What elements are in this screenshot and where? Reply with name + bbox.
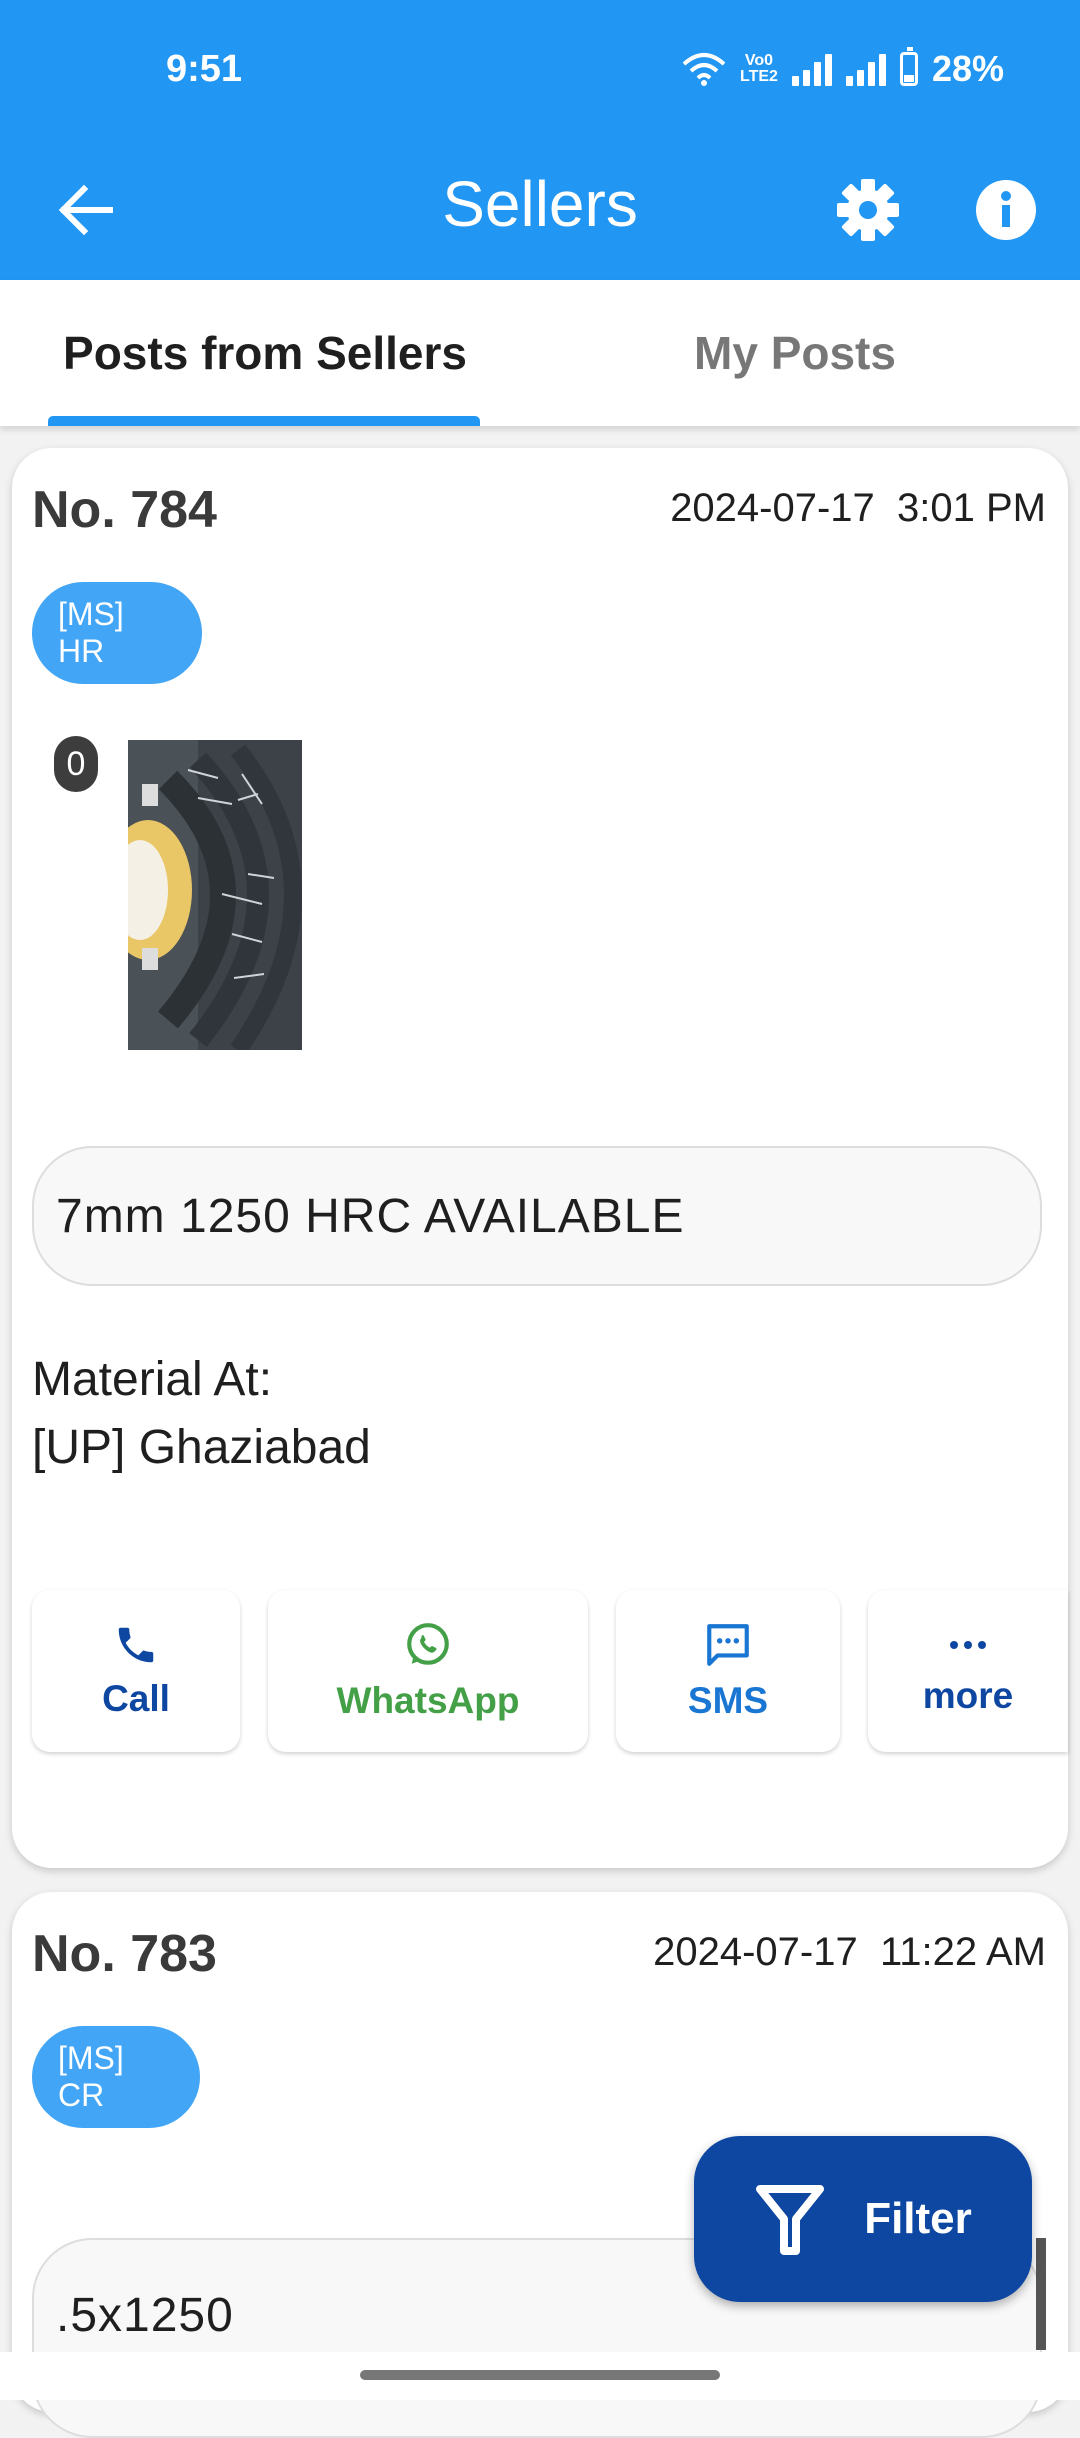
whatsapp-label: WhatsApp bbox=[336, 1680, 520, 1721]
info-button[interactable] bbox=[966, 170, 1046, 250]
call-button[interactable]: Call bbox=[32, 1590, 240, 1752]
home-indicator[interactable] bbox=[360, 2370, 720, 2380]
more-label: more bbox=[922, 1675, 1014, 1716]
sms-button[interactable]: SMS bbox=[616, 1590, 840, 1752]
post-datetime: 2024-07-17 11:22 AM bbox=[653, 1930, 1046, 1974]
signal-icon-2 bbox=[845, 52, 886, 86]
filter-funnel-icon bbox=[756, 2185, 825, 2255]
tab-indicator bbox=[48, 416, 480, 426]
post-description: 7mm 1250 HRC AVAILABLE bbox=[32, 1146, 1042, 1286]
category-tag[interactable]: [MS] HR bbox=[32, 582, 202, 684]
more-button[interactable]: more bbox=[868, 1590, 1068, 1752]
post-number: No. 783 bbox=[32, 1925, 217, 1983]
battery-percent: 28% bbox=[931, 48, 1004, 89]
volte-icon: Vo0 LTE2 bbox=[740, 52, 778, 85]
wifi-icon bbox=[682, 53, 726, 86]
whatsapp-icon bbox=[407, 1623, 449, 1665]
action-buttons: Call WhatsApp SMS more bbox=[12, 1590, 1068, 1758]
app-bar: Sellers bbox=[0, 140, 1080, 280]
status-bar: 9:51 Vo0 LTE2 28% bbox=[0, 0, 1080, 140]
battery-icon bbox=[899, 47, 918, 86]
scrollbar[interactable] bbox=[1036, 2238, 1046, 2350]
filter-label: Filter bbox=[864, 2194, 972, 2243]
material-location: [UP] Ghaziabad bbox=[32, 1421, 371, 1474]
app-header: 9:51 Vo0 LTE2 28% Sellers bbox=[0, 0, 1080, 280]
image-count-badge: 0 bbox=[54, 736, 98, 792]
navigation-bar bbox=[0, 2352, 1080, 2400]
sms-icon bbox=[707, 1624, 749, 1666]
phone-icon bbox=[118, 1627, 154, 1663]
status-time: 9:51 bbox=[166, 48, 243, 90]
gear-icon bbox=[837, 179, 899, 241]
signal-icon-1 bbox=[791, 52, 832, 86]
more-dots-icon bbox=[950, 1641, 986, 1649]
tab-my-posts[interactable]: My Posts bbox=[530, 280, 1060, 426]
whatsapp-button[interactable]: WhatsApp bbox=[268, 1590, 588, 1752]
post-datetime: 2024-07-17 3:01 PM bbox=[670, 486, 1046, 530]
tab-posts-from-sellers[interactable]: Posts from Sellers bbox=[0, 280, 530, 426]
page-title: Sellers bbox=[442, 168, 638, 240]
info-icon bbox=[976, 180, 1036, 240]
steel-coil-photo bbox=[128, 740, 302, 1050]
category-tag[interactable]: [MS] CR bbox=[32, 2026, 200, 2128]
call-label: Call bbox=[102, 1678, 170, 1719]
tab-bar: Posts from Sellers My Posts bbox=[0, 280, 1080, 426]
settings-button[interactable] bbox=[828, 170, 908, 250]
post-image[interactable] bbox=[128, 740, 302, 1050]
status-icons: Vo0 LTE2 28% bbox=[682, 44, 1004, 94]
description-text: .5x1250 bbox=[56, 2289, 234, 2342]
filter-button[interactable]: Filter bbox=[694, 2136, 1032, 2302]
material-at-label: Material At: bbox=[32, 1353, 273, 1406]
sms-label: SMS bbox=[687, 1680, 769, 1721]
post-card[interactable]: No. 784 2024-07-17 3:01 PM [MS] HR 0 7mm… bbox=[12, 448, 1068, 1868]
post-number: No. 784 bbox=[32, 481, 217, 539]
